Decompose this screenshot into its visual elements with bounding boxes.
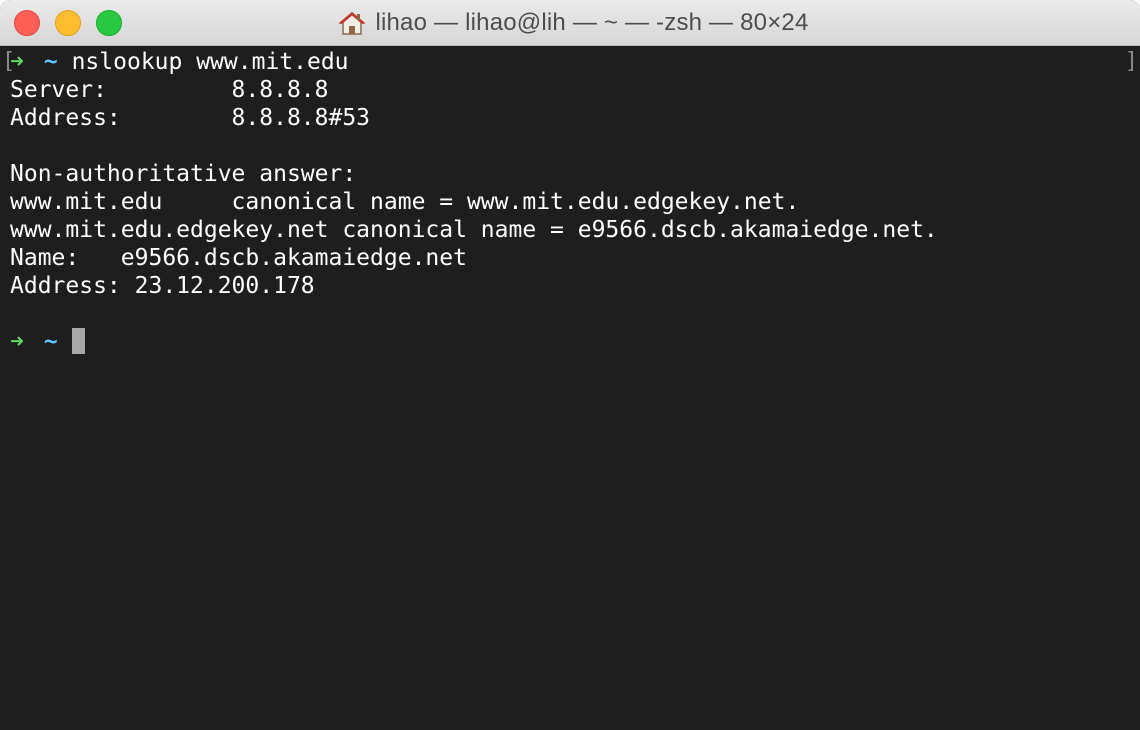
output-line: www.mit.edu.edgekey.net canonical name =… [10,217,938,243]
home-icon [339,12,366,35]
terminal-content[interactable]: [ ] ➜ ~ nslookup www.mit.edu Server: 8.8.… [0,46,1140,730]
scroll-mark-right: ] [1124,49,1138,74]
command-line: ➜ ~ nslookup www.mit.edu [10,48,938,76]
output-line: Address: 23.12.200.178 [10,273,315,299]
prompt-directory: ~ [43,49,58,75]
command-text: nslookup www.mit.edu [71,49,349,75]
output-line: Name: e9566.dscb.akamaiedge.net [10,245,467,271]
title-bar[interactable]: lihao — lihao@lih — ~ — -zsh — 80×24 [0,0,1140,46]
terminal-lines: ➜ ~ nslookup www.mit.edu Server: 8.8.8.8 … [10,48,938,356]
output-line: www.mit.edu canonical name = www.mit.edu… [10,189,800,215]
output-line: Server: 8.8.8.8 [10,77,329,103]
prompt-line[interactable]: ➜ ~ [10,328,938,356]
window-title: lihao — lihao@lih — ~ — -zsh — 80×24 [375,9,809,36]
prompt-arrow-icon: ➜ [10,329,24,355]
prompt-arrow-icon: ➜ [10,49,24,75]
title-container: lihao — lihao@lih — ~ — -zsh — 80×24 [0,0,1140,46]
output-line: Non-authoritative answer: [10,161,357,187]
output-line: Address: 8.8.8.8#53 [10,105,371,131]
text-cursor [71,328,85,354]
terminal-window: lihao — lihao@lih — ~ — -zsh — 80×24 [ ]… [0,0,1140,730]
prompt-directory: ~ [43,329,58,355]
